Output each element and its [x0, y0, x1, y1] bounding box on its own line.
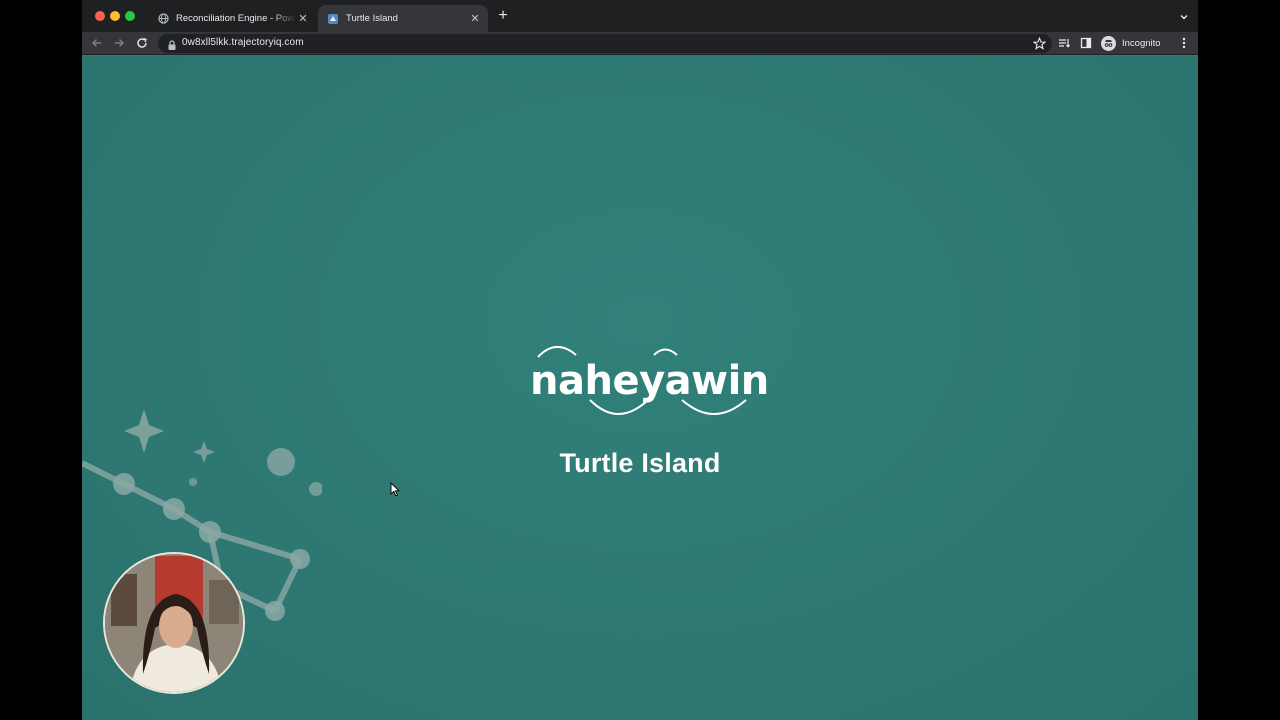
back-arrow-icon[interactable] — [90, 36, 104, 50]
bookmark-star-icon[interactable] — [1032, 36, 1047, 50]
page-title: Turtle Island — [559, 448, 721, 478]
incognito-profile-button[interactable]: Incognito — [1101, 35, 1161, 52]
profile-label: Incognito — [1122, 38, 1161, 49]
reading-list-icon[interactable] — [1057, 36, 1071, 50]
tab-search-chevron-down-icon[interactable] — [1178, 10, 1190, 22]
maximize-window-button[interactable] — [125, 11, 135, 21]
url-text: 0w8xll5lkk.trajectoryiq.com — [182, 37, 304, 48]
close-window-button[interactable] — [95, 11, 105, 21]
minimize-window-button[interactable] — [110, 11, 120, 21]
forward-arrow-icon[interactable] — [112, 36, 126, 50]
tab-title: Reconciliation Engine - Powered by Traje… — [176, 13, 296, 24]
browser-window: Reconciliation Engine - Powered by Traje… — [82, 0, 1198, 720]
web-page: naheyawin Turtle Island — [82, 56, 1198, 720]
reload-icon[interactable] — [135, 36, 149, 50]
side-panel-icon[interactable] — [1079, 36, 1093, 50]
tab-turtle-island[interactable]: Turtle Island ✕ — [318, 5, 488, 32]
close-tab-icon[interactable]: ✕ — [296, 12, 310, 26]
close-tab-icon[interactable]: ✕ — [468, 12, 482, 26]
mouse-pointer-icon — [390, 482, 400, 497]
logo-wordmark: naheyawin — [530, 358, 769, 404]
address-bar[interactable]: 0w8xll5lkk.trajectoryiq.com — [158, 34, 1052, 53]
naheyawin-logo: naheyawin — [530, 342, 769, 422]
site-favicon-icon — [327, 13, 339, 25]
globe-icon — [157, 13, 169, 25]
lock-icon[interactable] — [167, 38, 177, 50]
tab-strip: Reconciliation Engine - Powered by Traje… — [82, 0, 1198, 32]
presenter-webcam — [103, 552, 245, 694]
toolbar: 0w8xll5lkk.trajectoryiq.com Incognito — [82, 32, 1198, 55]
tab-title: Turtle Island — [346, 13, 398, 24]
more-menu-icon[interactable] — [1177, 36, 1191, 50]
incognito-icon — [1101, 36, 1116, 51]
new-tab-button[interactable]: + — [496, 8, 510, 24]
presenter-video-icon — [105, 554, 243, 692]
tab-reconciliation-engine[interactable]: Reconciliation Engine - Powered by Traje… — [148, 5, 316, 32]
